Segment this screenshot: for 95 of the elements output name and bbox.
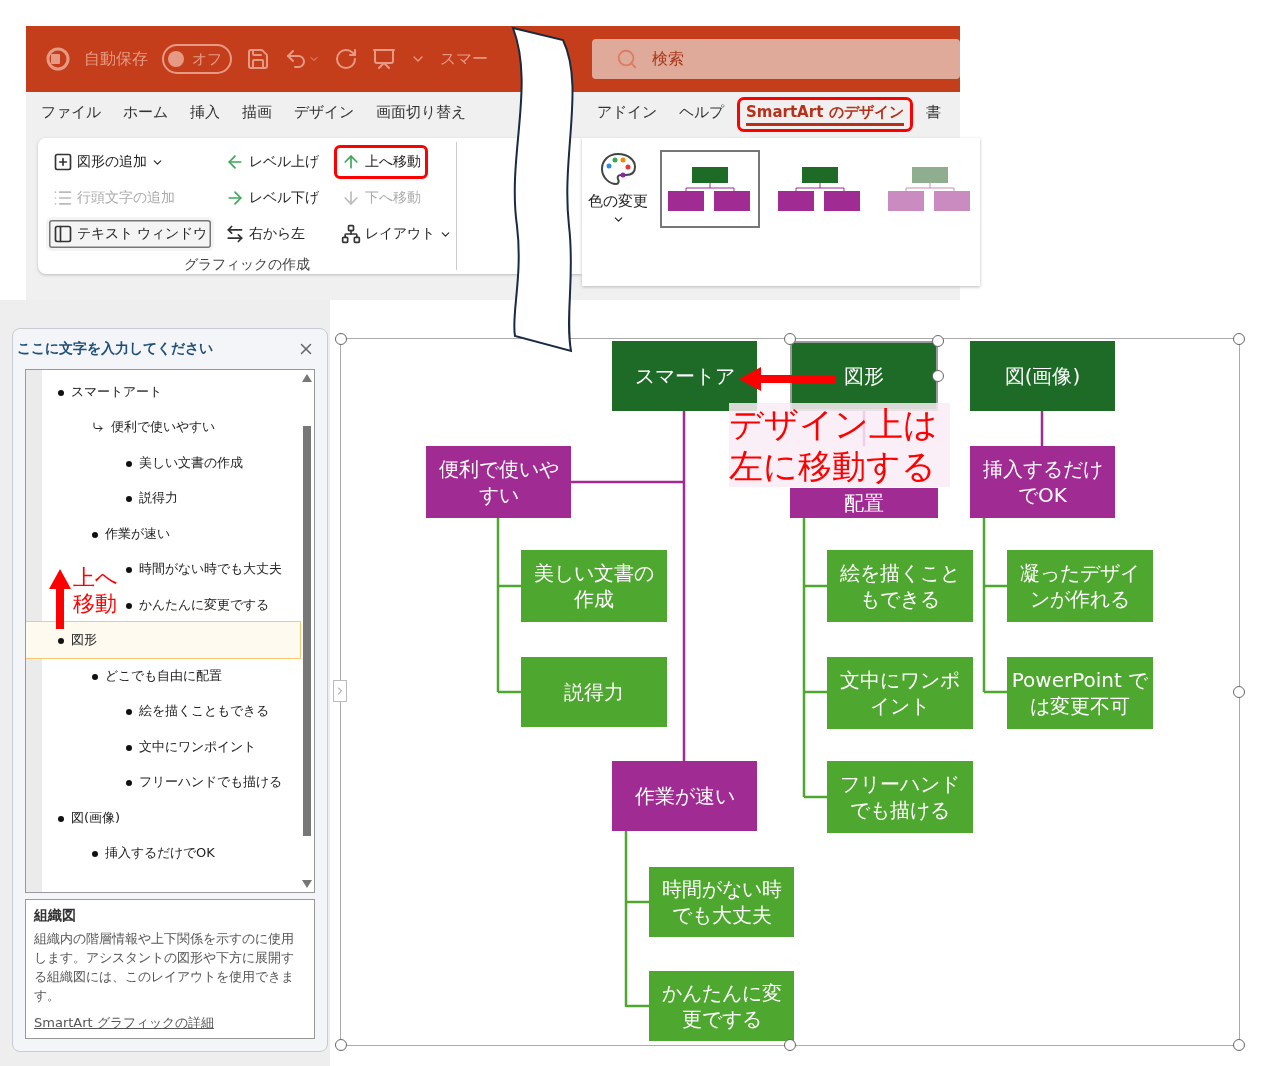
diagram-node[interactable]: 便利で使いやすい	[426, 446, 571, 518]
panel-icon	[53, 224, 73, 244]
diagram-node[interactable]: 挿入するだけでOK	[970, 446, 1115, 518]
outline-item-text: 美しい文書の作成	[139, 453, 243, 472]
outline-item-text: 便利で使いやすい	[111, 418, 215, 437]
change-colors-button[interactable]: 色の変更	[586, 150, 650, 226]
details-link[interactable]: SmartArt グラフィックの詳細	[34, 1013, 306, 1032]
diagram-node[interactable]: スマートア	[612, 341, 757, 411]
outline-item-text: 作業が速い	[105, 524, 170, 543]
outline-item[interactable]: フリーハンドでも描ける	[110, 764, 286, 800]
search-placeholder: 検索	[652, 48, 684, 70]
ribbon-tab[interactable]: 描画	[233, 96, 281, 132]
outline-item-text: 説得力	[139, 489, 178, 508]
hierarchy-icon	[341, 224, 361, 244]
diagram-node[interactable]: 作業が速い	[612, 761, 757, 831]
swap-arrows-icon	[225, 224, 245, 244]
ribbon-button[interactable]: レベル下げ	[218, 181, 326, 215]
resize-handle[interactable]	[1233, 686, 1245, 698]
resize-handle[interactable]	[335, 333, 347, 345]
assistant-arrow-icon	[92, 421, 104, 434]
ribbon-tab[interactable]: アドイン	[588, 96, 666, 132]
bullet-icon	[58, 389, 64, 396]
resize-handle[interactable]	[1233, 333, 1245, 345]
diagram-frame[interactable]: スマートア 図形 図(画像) 便利で使いやすい 配置 挿入するだけでOK 美しい文書の作成 説得力 作業が速い 時間がない時でも大丈夫 かんたんに変更でする 絵を描くこともできる 文中にワンポイント フリーハンドでも描ける 凝ったデザインが作れる PowerPoint では変更不可 デザイン上は左に移動する	[340, 338, 1240, 1046]
ribbon-button[interactable]: 図形の追加	[46, 145, 171, 179]
autosave-label: 自動保存	[84, 48, 148, 70]
outline-item[interactable]: 作業が速い	[76, 515, 174, 552]
pane-title: ここに文字を入力してください	[17, 339, 213, 358]
bullet-icon	[58, 638, 64, 645]
ribbon-tab[interactable]: 挿入	[181, 96, 229, 132]
bullet-icon	[126, 709, 132, 716]
outline-item[interactable]: 説得力	[110, 480, 182, 516]
description-text: 組織内の階層情報や上下関係を示すのに使用します。アシスタントの図形や下方に展開する組織図には、このレイアウトを使用できます。	[34, 930, 295, 1005]
bullet-icon	[92, 673, 98, 680]
resize-handle[interactable]	[784, 333, 796, 345]
ribbon-tab[interactable]: ヘルプ	[670, 96, 733, 132]
outline-item[interactable]: スマートアート	[42, 373, 166, 410]
bullet-icon	[126, 780, 132, 787]
outline-item[interactable]: 便利で使いやすい	[76, 409, 219, 445]
style-thumbnail[interactable]	[660, 150, 760, 228]
diagram-node[interactable]: 図(画像)	[970, 341, 1115, 411]
ribbon-tab[interactable]: 書	[916, 96, 950, 132]
square-plus-icon	[53, 152, 73, 172]
resize-handle[interactable]	[784, 1039, 796, 1051]
ribbon-button[interactable]: 右から左	[218, 217, 312, 251]
bullet-icon	[92, 531, 98, 538]
outline-item[interactable]: 文中にワンポイント	[110, 728, 260, 765]
connector-line	[1040, 411, 1044, 446]
description-title: 組織図	[34, 906, 77, 925]
bullet-icon	[92, 851, 98, 858]
bullet-icon	[58, 815, 64, 822]
outline-item-text: 文中にワンポイント	[139, 737, 256, 756]
outline-item[interactable]: どこでも自由に配置	[76, 657, 226, 694]
up-arrow-annotation	[49, 569, 71, 629]
list-icon	[53, 188, 73, 208]
group-label: グラフィックの作成	[184, 256, 310, 274]
search-icon	[616, 48, 638, 70]
outline-item-text: 図形	[71, 631, 97, 650]
outline-item-text: どこでも自由に配置	[105, 666, 222, 685]
outline-item[interactable]: 挿入するだけでOK	[76, 835, 219, 871]
ribbon-button[interactable]: 上へ移動	[334, 145, 428, 179]
annotation-text: デザイン上は左に移動する	[729, 403, 950, 487]
outline-item[interactable]: 絵を描くこともできる	[110, 693, 273, 729]
selection-handle[interactable]	[932, 335, 944, 347]
ribbon-tab[interactable]: 画面切り替え	[367, 96, 475, 132]
scroll-down-icon[interactable]	[302, 880, 312, 888]
bullet-icon	[126, 496, 132, 503]
ribbon-button[interactable]: テキスト ウィンドウ	[46, 217, 215, 251]
diagram-node[interactable]: 配置	[790, 488, 938, 518]
outline-item[interactable]: 図(画像)	[42, 799, 125, 836]
ribbon-button[interactable]: レイアウト	[334, 217, 459, 251]
ribbon-tab[interactable]: ホーム	[114, 96, 177, 132]
outline-item[interactable]: 図形	[26, 622, 300, 658]
ribbon-tab[interactable]: SmartArt のデザイン	[737, 96, 913, 132]
app-logo-icon	[46, 47, 70, 71]
bullet-icon	[126, 744, 132, 751]
ribbon-tab[interactable]: ファイル	[32, 96, 110, 132]
outline-item-text: 図(画像)	[71, 808, 121, 827]
document-title: スマー	[440, 48, 488, 70]
bullet-icon	[126, 567, 132, 574]
bullet-icon	[126, 460, 132, 467]
resize-handle[interactable]	[1233, 1039, 1245, 1051]
annotation-text: 上へ移動	[73, 565, 119, 617]
outline-item-text: 絵を描くこともできる	[139, 702, 269, 721]
resize-handle[interactable]	[335, 1039, 347, 1051]
outline-item-text: 時間がない時でも大丈夫	[139, 560, 282, 579]
bullet-icon	[126, 602, 132, 609]
ribbon-button[interactable]: レベル上げ	[218, 145, 326, 179]
outline-item-text: 挿入するだけでOK	[105, 844, 215, 863]
outline-item-text: フリーハンドでも描ける	[139, 773, 282, 792]
outline-item[interactable]: 美しい文書の作成	[110, 444, 247, 481]
ribbon-tab[interactable]: デザイン	[285, 96, 363, 132]
scroll-up-icon[interactable]	[302, 373, 312, 382]
outline-item-text: かんたんに変更でする	[139, 595, 269, 614]
outline-item-text: スマートアート	[71, 382, 162, 401]
